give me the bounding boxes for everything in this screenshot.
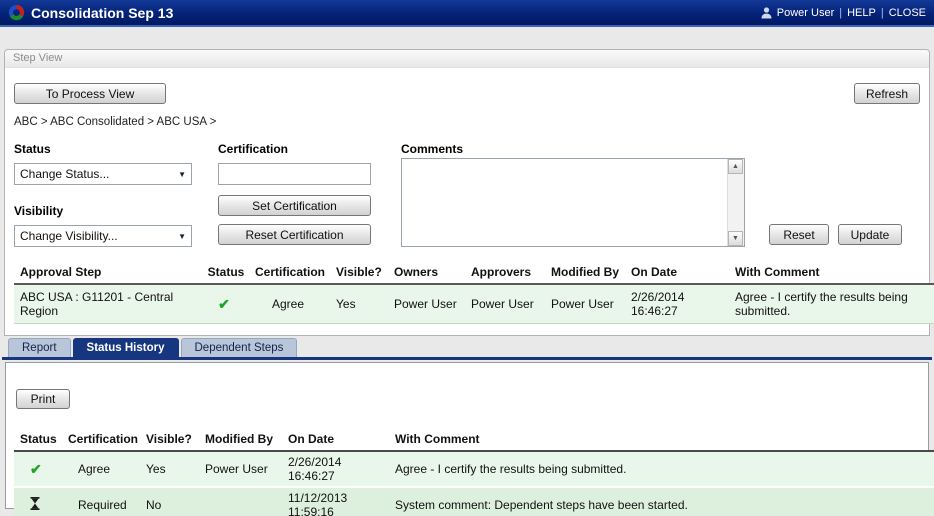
col-with-comment: With Comment (389, 429, 934, 451)
cell-certification: Agree (62, 451, 140, 487)
chevron-down-icon: ▼ (178, 171, 186, 179)
cell-status: ✔ (202, 284, 250, 324)
status-label: Status (14, 142, 51, 156)
header-separator: | (881, 7, 884, 19)
breadcrumb: ABC > ABC Consolidated > ABC USA > (14, 116, 216, 128)
refresh-button[interactable]: Refresh (854, 83, 920, 104)
cell-visible: No (140, 487, 199, 516)
chevron-down-icon: ▼ (178, 233, 186, 241)
cell-certification: Agree (250, 284, 330, 324)
col-modified-by: Modified By (199, 429, 282, 451)
scroll-down-icon[interactable]: ▼ (728, 231, 743, 246)
visibility-label: Visibility (14, 204, 63, 218)
tab-underline (2, 357, 932, 360)
close-link[interactable]: CLOSE (889, 7, 926, 19)
certification-input[interactable] (218, 163, 371, 185)
table-row[interactable]: ABC USA : G11201 - Central Region ✔ Agre… (14, 284, 934, 324)
col-on-date: On Date (625, 262, 729, 284)
header-accent-strip (0, 25, 934, 27)
cell-with-comment: System comment: Dependent steps have bee… (389, 487, 934, 516)
table-header-row: Approval Step Status Certification Visib… (14, 262, 934, 284)
reset-certification-button[interactable]: Reset Certification (218, 224, 371, 245)
col-modified-by: Modified By (545, 262, 625, 284)
visibility-dropdown-value: Change Visibility... (20, 229, 118, 243)
col-owners: Owners (388, 262, 465, 284)
col-with-comment: With Comment (729, 262, 934, 284)
col-approvers: Approvers (465, 262, 545, 284)
status-approved-check-icon: ✔ (30, 461, 42, 477)
cell-modified-by: Power User (199, 451, 282, 487)
cell-approvers: Power User (465, 284, 545, 324)
cell-status: ✔ (14, 451, 62, 487)
status-history-panel: Print Status Certification Visible? Modi… (5, 362, 929, 509)
cell-certification: Required (62, 487, 140, 516)
comments-textarea[interactable]: ▲ ▼ (401, 158, 745, 247)
col-visible: Visible? (140, 429, 199, 451)
user-icon (761, 7, 772, 19)
scroll-up-icon[interactable]: ▲ (728, 159, 743, 174)
app-header: Consolidation Sep 13 Power User | HELP |… (0, 0, 934, 25)
col-approval-step: Approval Step (14, 262, 202, 284)
help-link[interactable]: HELP (847, 7, 876, 19)
cell-owners: Power User (388, 284, 465, 324)
col-certification: Certification (62, 429, 140, 451)
approval-step-table: Approval Step Status Certification Visib… (14, 262, 934, 324)
set-certification-button[interactable]: Set Certification (218, 195, 371, 216)
print-button[interactable]: Print (16, 389, 70, 409)
cell-on-date: 2/26/2014 16:46:27 (282, 451, 389, 487)
app-title: Consolidation Sep 13 (31, 5, 173, 21)
cell-approval-step: ABC USA : G11201 - Central Region (14, 284, 202, 324)
tab-bar: Report Status History Dependent Steps (8, 338, 297, 358)
table-row[interactable]: Required No 11/12/2013 11:59:16 System c… (14, 487, 934, 516)
col-status: Status (202, 262, 250, 284)
status-pending-hourglass-icon (30, 497, 40, 510)
table-header-row: Status Certification Visible? Modified B… (14, 429, 934, 451)
cell-modified-by (199, 487, 282, 516)
app-window: Consolidation Sep 13 Power User | HELP |… (0, 0, 934, 516)
cell-with-comment: Agree - I certify the results being subm… (729, 284, 934, 324)
app-logo-icon (8, 4, 25, 21)
step-view-panel: Step View To Process View Refresh ABC > … (4, 49, 930, 336)
comments-scrollbar[interactable]: ▲ ▼ (727, 159, 744, 246)
cell-on-date: 11/12/2013 11:59:16 (282, 487, 389, 516)
tab-dependent-steps[interactable]: Dependent Steps (181, 338, 298, 358)
tab-status-history[interactable]: Status History (73, 338, 179, 358)
status-dropdown[interactable]: Change Status... ▼ (14, 163, 192, 185)
status-approved-check-icon: ✔ (218, 296, 230, 312)
update-button[interactable]: Update (838, 224, 902, 245)
col-certification: Certification (250, 262, 330, 284)
tab-report[interactable]: Report (8, 338, 71, 358)
cell-status (14, 487, 62, 516)
visibility-dropdown[interactable]: Change Visibility... ▼ (14, 225, 192, 247)
cell-visible: Yes (330, 284, 388, 324)
table-row[interactable]: ✔ Agree Yes Power User 2/26/2014 16:46:2… (14, 451, 934, 487)
user-link[interactable]: Power User (777, 7, 834, 19)
status-dropdown-value: Change Status... (20, 167, 109, 181)
cell-visible: Yes (140, 451, 199, 487)
cell-with-comment: Agree - I certify the results being subm… (389, 451, 934, 487)
cell-modified-by: Power User (545, 284, 625, 324)
step-view-panel-title: Step View (5, 50, 929, 68)
certification-label: Certification (218, 142, 288, 156)
cell-on-date: 2/26/2014 16:46:27 (625, 284, 729, 324)
status-history-table: Status Certification Visible? Modified B… (14, 429, 934, 516)
reset-button[interactable]: Reset (769, 224, 829, 245)
col-on-date: On Date (282, 429, 389, 451)
to-process-view-button[interactable]: To Process View (14, 83, 166, 104)
col-status: Status (14, 429, 62, 451)
col-visible: Visible? (330, 262, 388, 284)
comments-label: Comments (401, 142, 463, 156)
header-separator: | (839, 7, 842, 19)
